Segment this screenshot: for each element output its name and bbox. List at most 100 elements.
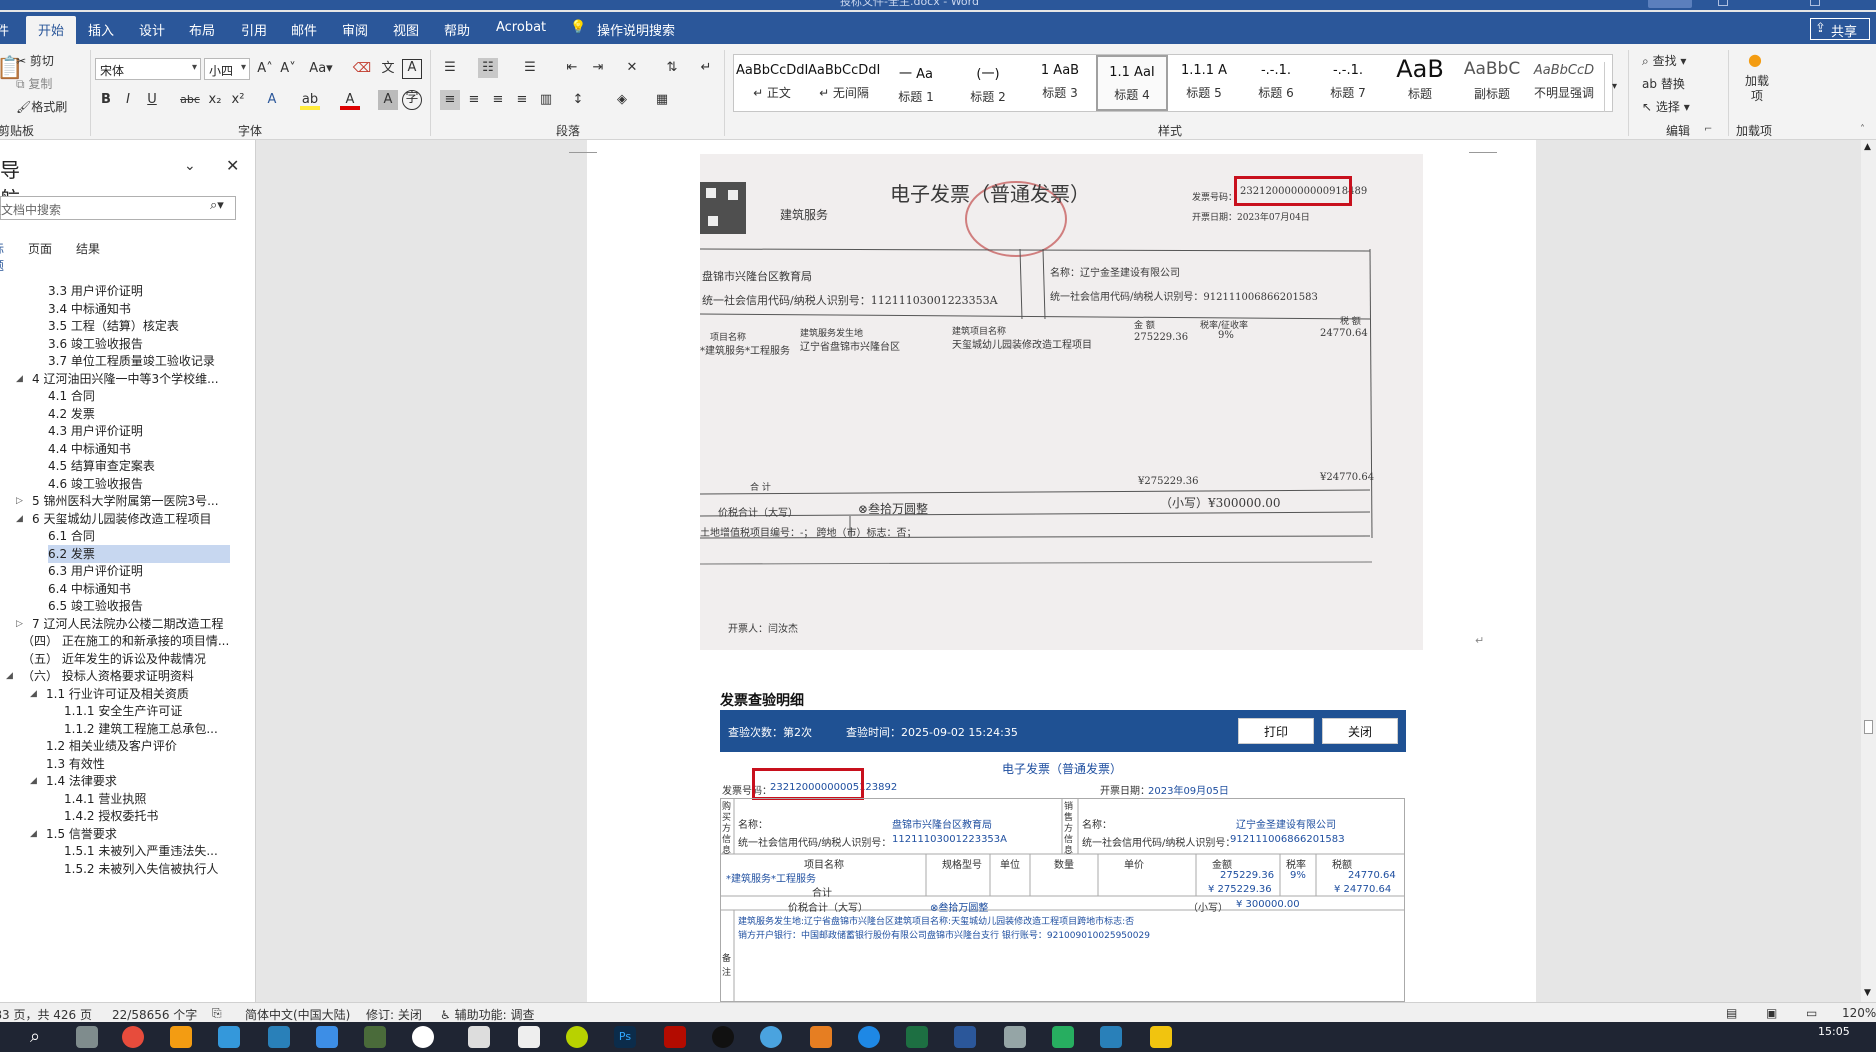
align-left-icon[interactable]: ≡ [440,90,460,110]
nav-heading-item[interactable]: 1.4.1 营业执照 [64,790,146,808]
app-icon[interactable] [268,1026,290,1048]
justify-icon[interactable]: ≡ [512,90,532,110]
nav-heading-item[interactable]: 1.3 有效性 [46,755,105,773]
select-button[interactable]: ↖ 选择 ▾ [1642,98,1690,115]
nav-tab-pages[interactable]: 页面 [28,240,52,257]
style-9[interactable]: -.-.1. 标题 7 [1312,55,1384,111]
nav-heading-item[interactable]: ◢ 1.4 法律要求 [30,772,117,790]
style-5[interactable]: 1 AaB 标题 3 [1024,55,1096,111]
nav-options-icon[interactable]: ⌄ [184,158,196,174]
nav-heading-item[interactable]: 4.2 发票 [48,405,95,423]
format-painter-button[interactable]: 🖌格式刷 [16,98,67,115]
character-border-icon[interactable]: A [402,59,422,79]
close-button[interactable]: 关闭 [1322,718,1398,744]
highlight-icon[interactable]: ab [300,90,320,110]
nav-heading-item[interactable]: ▷ 7 辽河人民法院办公楼二期改造工程 [16,615,223,633]
app-icon[interactable] [566,1026,588,1048]
strikethrough-icon[interactable]: abc [180,90,200,110]
numbering-icon[interactable]: ☷ [478,58,498,78]
increase-indent-icon[interactable]: ⇥ [588,58,608,78]
nav-heading-item[interactable]: 4.5 结算审查定案表 [48,457,155,475]
nav-heading-item[interactable]: 4.4 中标通知书 [48,440,131,458]
find-button[interactable]: ⌕ 查找 ▾ [1642,52,1686,69]
scroll-thumb[interactable] [1864,720,1873,734]
style-8[interactable]: -.-.1. 标题 6 [1240,55,1312,111]
italic-icon[interactable]: I [118,90,138,110]
app-icon[interactable] [810,1026,832,1048]
char-shading-icon[interactable]: A [378,90,398,110]
search-icon[interactable]: ⌕ [24,1026,46,1048]
font-color-icon[interactable]: A [340,90,360,110]
style-1[interactable]: AaBbCcDdI ↵ 正文 [736,55,808,111]
nav-heading-item[interactable]: 4.6 竣工验收报告 [48,475,143,493]
tab-design[interactable]: 设计 [139,20,165,39]
app-icon[interactable] [316,1026,338,1048]
folder-icon[interactable] [1150,1026,1172,1048]
replace-button[interactable]: ab 替换 [1642,75,1685,92]
superscript-icon[interactable]: x² [228,90,248,110]
multilevel-list-icon[interactable]: ☰ [520,58,540,78]
cut-button[interactable]: ✂ 剪切 [16,52,54,69]
nav-heading-item[interactable]: 6.1 合同 [48,527,95,545]
tab-view[interactable]: 视图 [393,20,419,39]
launcher-icon[interactable]: ⌐ [1704,124,1712,135]
collapse-ribbon-icon[interactable]: ˄ [1860,124,1865,135]
addins-button[interactable]: 加载项 [1742,74,1772,104]
nav-heading-item[interactable]: ◢ 6 天玺城幼儿园装修改造工程项目 [16,510,211,528]
track-changes[interactable]: 修订: 关闭 [366,1006,422,1023]
subscript-icon[interactable]: x₂ [205,90,225,110]
collapse-icon[interactable]: ◢ [30,685,37,703]
vertical-scrollbar[interactable]: ▲ ▼ [1861,140,1876,1002]
text-effects-icon[interactable]: A [262,90,282,110]
file-tab-fragment[interactable]: 件 [0,20,9,39]
nav-heading-item[interactable]: 3.4 中标通知书 [48,300,131,318]
bold-icon[interactable]: B [96,90,116,110]
collapse-icon[interactable]: ◢ [30,825,37,843]
proofing-icon[interactable]: ⎘ [212,1006,222,1021]
align-right-icon[interactable]: ≡ [488,90,508,110]
tab-layout[interactable]: 布局 [189,20,215,39]
acrobat-icon[interactable] [664,1026,686,1048]
app-icon[interactable] [760,1026,782,1048]
nav-heading-item[interactable]: 3.7 单位工程质量竣工验收记录 [48,352,215,370]
expand-icon[interactable]: ▷ [16,492,23,510]
calculator-icon[interactable] [76,1026,98,1048]
nav-heading-item[interactable]: （五） 近年发生的诉讼及仲裁情况 [22,650,206,668]
restore-icon[interactable] [1810,0,1820,6]
style-2[interactable]: AaBbCcDdI ↵ 无间隔 [808,55,880,111]
nav-heading-item[interactable]: 6.2 发票 [48,544,230,563]
expand-icon[interactable]: ▷ [16,615,23,633]
app-icon[interactable] [1004,1026,1026,1048]
nav-heading-item[interactable]: 4.1 合同 [48,387,95,405]
scroll-down-icon[interactable]: ▼ [1864,988,1871,998]
nav-search-input[interactable]: 在文档中搜索 [0,196,236,220]
align-center-icon[interactable]: ≡ [464,90,484,110]
style-11[interactable]: AaBbC 副标题 [1456,55,1528,111]
word-icon[interactable] [954,1026,976,1048]
grow-font-icon[interactable]: A˄ [255,59,275,79]
print-button[interactable]: 打印 [1238,718,1314,744]
collapse-icon[interactable]: ◢ [30,772,37,790]
shrink-font-icon[interactable]: A˅ [278,59,298,79]
change-case-icon[interactable]: Aa▾ [306,59,336,79]
nav-heading-item[interactable]: 3.5 工程（结算）核定表 [48,317,179,335]
app-icon[interactable] [468,1026,490,1048]
accessibility[interactable]: ♿ 辅助功能: 调查 [440,1006,534,1023]
collapse-icon[interactable]: ◢ [16,510,23,528]
line-spacing-icon[interactable]: ↕ [568,90,588,110]
copy-button[interactable]: ⧉ 复制 [16,75,52,92]
page-count[interactable]: 第 283 页，共 426 页 [0,1006,92,1023]
nav-heading-item[interactable]: 1.5.1 未被列入严重违法失... [64,842,218,860]
tab-insert[interactable]: 插入 [88,20,114,39]
tab-home[interactable]: 开始 [26,16,77,45]
enclose-char-icon[interactable]: 字 [402,90,422,110]
nav-heading-item[interactable]: 6.3 用户评价证明 [48,562,143,580]
styles-more-icon[interactable]: ▾ [1604,62,1624,112]
search-icon[interactable]: ⌕▾ [210,198,224,213]
underline-icon[interactable]: U [142,90,162,110]
app-icon[interactable] [858,1026,880,1048]
nav-heading-item[interactable]: ◢ 4 辽河油田兴隆一中等3个学校维... [16,370,219,388]
ribbon-display-icon[interactable] [1718,0,1728,6]
tab-acrobat[interactable]: Acrobat [496,20,546,35]
tab-review[interactable]: 审阅 [342,20,368,39]
